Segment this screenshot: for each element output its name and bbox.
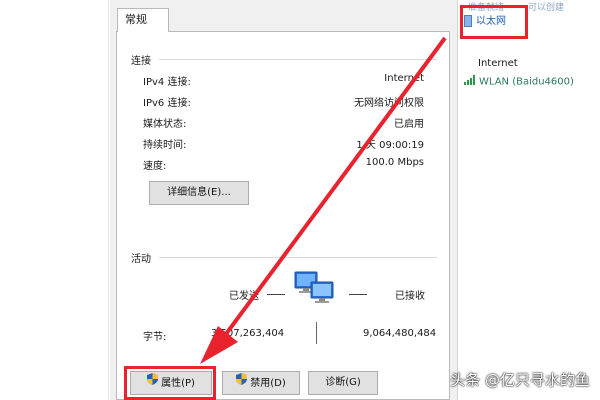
internet-section-label: Internet — [478, 58, 518, 69]
tab-general[interactable]: 常规 — [117, 8, 169, 32]
properties-highlight-box — [124, 366, 216, 400]
connection-group-line — [159, 59, 437, 60]
sent-label: 已发送 — [229, 291, 259, 302]
media-state-value: 已启用 — [394, 119, 424, 130]
diagnose-button[interactable]: 诊断(G) — [308, 371, 378, 395]
details-button[interactable]: 详细信息(E)... — [149, 181, 249, 205]
bytes-label: 字节: — [143, 332, 167, 343]
speed-value: 100.0 Mbps — [365, 157, 424, 168]
shield-icon — [236, 372, 248, 394]
wlan-label: WLAN (Baidu4600) — [479, 76, 574, 88]
disable-button[interactable]: 禁用(D) — [222, 371, 300, 395]
connection-group-title: 连接 — [131, 56, 151, 67]
ipv6-label: IPv6 连接: — [143, 98, 191, 109]
ipv4-label: IPv4 连接: — [143, 77, 191, 88]
window-divider — [108, 0, 109, 400]
panel-status-text-2: 可以创建 — [528, 3, 565, 13]
speed-label: 速度: — [143, 161, 167, 172]
bytes-sent-value: 3,507,263,404 — [211, 328, 285, 339]
disable-button-label: 禁用(D) — [250, 378, 286, 389]
ethernet-status-dialog: 常规 连接 IPv4 连接: Internet IPv6 连接: 无网络访问权限… — [110, 0, 458, 400]
wlan-item[interactable]: WLAN (Baidu4600) — [464, 75, 574, 88]
ipv4-value: Internet — [384, 73, 424, 84]
wifi-signal-icon — [464, 75, 476, 88]
duration-label: 持续时间: — [143, 140, 187, 151]
duration-value: 1 天 09:00:19 — [356, 140, 424, 151]
media-state-label: 媒体状态: — [143, 119, 187, 130]
ethernet-highlight-box — [460, 5, 528, 39]
network-computers-icon — [293, 270, 339, 304]
watermark: 头条 @亿只寻水的鱼 — [450, 371, 590, 389]
bytes-received-value: 9,064,480,484 — [363, 328, 437, 339]
sent-dash — [267, 294, 285, 295]
activity-group-title: 活动 — [131, 254, 151, 265]
network-connections-panel: 准备就绪 可以创建 以太网 Internet WLAN (Baidu4600) — [458, 0, 600, 400]
background-window — [0, 0, 110, 400]
ipv6-value: 无网络访问权限 — [354, 98, 424, 109]
activity-group-line — [159, 257, 437, 258]
tab-panel-general: 连接 IPv4 连接: Internet IPv6 连接: 无网络访问权限 媒体… — [116, 31, 450, 400]
received-label: 已接收 — [395, 291, 425, 302]
received-dash — [349, 294, 367, 295]
bytes-divider — [316, 322, 317, 344]
